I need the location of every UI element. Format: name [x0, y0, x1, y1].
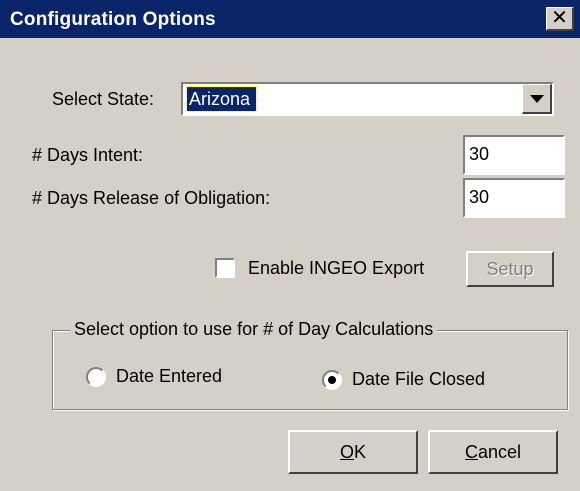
enable-ingeo-label[interactable]: Enable INGEO Export [248, 258, 424, 279]
close-icon: ✕ [551, 7, 568, 29]
dropdown-arrow-icon [530, 95, 544, 103]
state-select-value: Arizona [185, 86, 258, 112]
state-dropdown-button[interactable] [522, 84, 552, 114]
days-release-input[interactable]: 30 [463, 178, 565, 218]
setup-button[interactable]: Setup [466, 251, 554, 287]
enable-ingeo-checkbox[interactable] [215, 258, 235, 278]
date-file-closed-radio[interactable] [322, 370, 342, 390]
days-release-label: # Days Release of Obligation: [32, 188, 271, 208]
cancel-label-rest: ancel [477, 442, 522, 462]
close-button[interactable]: ✕ [546, 7, 574, 31]
state-select[interactable]: Arizona [181, 82, 554, 116]
select-state-label: Select State: [52, 89, 155, 109]
ok-label-rest: K [354, 442, 367, 462]
cancel-mnemonic: C [464, 442, 478, 462]
days-intent-input[interactable]: 30 [463, 135, 565, 175]
radio-selected-icon [328, 376, 336, 384]
days-intent-label: # Days Intent: [32, 145, 144, 165]
configuration-dialog: Configuration Options ✕ Select State: Ar… [0, 0, 580, 491]
title-bar[interactable]: Configuration Options ✕ [0, 0, 580, 38]
ok-button[interactable]: OK [288, 430, 418, 474]
dialog-title: Configuration Options [10, 9, 216, 30]
day-calculation-legend: Select option to use for # of Day Calcul… [70, 319, 438, 340]
date-entered-radio[interactable] [86, 367, 106, 387]
ok-mnemonic: O [339, 442, 354, 462]
cancel-button[interactable]: Cancel [428, 430, 558, 474]
date-file-closed-label[interactable]: Date File Closed [352, 369, 485, 390]
date-entered-label[interactable]: Date Entered [116, 366, 222, 387]
